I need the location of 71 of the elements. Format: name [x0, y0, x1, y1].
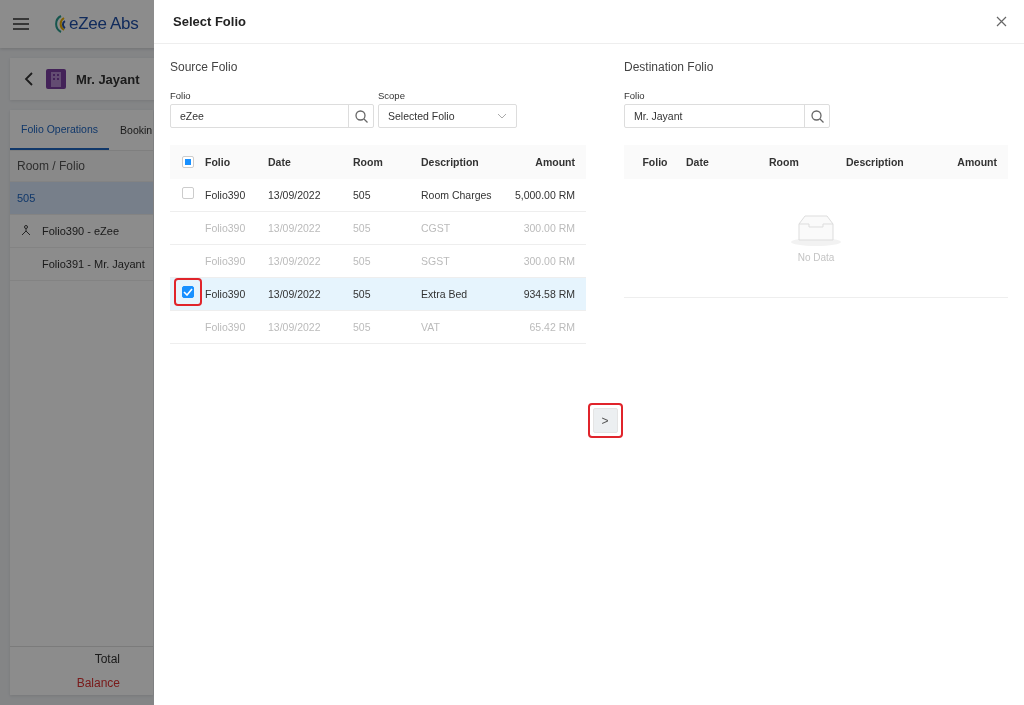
- table-cell-text: 13/09/2022: [268, 320, 321, 335]
- table-cell-text: 13/09/2022: [268, 254, 321, 269]
- empty-text: No Data: [797, 251, 835, 263]
- table-row[interactable]: Folio390 13/09/2022 505 Room Charges 5,000.00 RM: [170, 179, 586, 212]
- column-header: Date: [268, 156, 291, 168]
- folio-search-field[interactable]: Mr. Jayant: [624, 104, 830, 128]
- table-cell-text: 13/09/2022: [268, 188, 321, 203]
- table-cell-text: 505: [353, 221, 371, 236]
- table-cell-text: Folio390: [205, 320, 246, 335]
- field-label: Folio: [170, 90, 192, 101]
- table-cell-text: 5,000.00 RM: [514, 188, 575, 203]
- table-cell-text: 505: [353, 254, 371, 269]
- table-cell-text: 300.00 RM: [523, 221, 575, 236]
- folio-label: Folio391 - Mr. Jayant: [42, 258, 145, 270]
- folio-row[interactable]: 505: [10, 182, 153, 215]
- field-label: Scope: [378, 90, 406, 101]
- table-cell-text: 13/09/2022: [268, 287, 321, 302]
- app-logo-text: eZee Abs: [69, 14, 139, 34]
- column-header: Room: [769, 156, 799, 168]
- table-cell-text: 505: [353, 320, 371, 335]
- table-cell-text: 505: [353, 188, 371, 203]
- select-all-checkbox[interactable]: [181, 156, 194, 168]
- table-cell-text: VAT: [421, 320, 440, 335]
- column-header: Room / Folio: [10, 151, 153, 182]
- guest-name: Mr. Jayant: [76, 71, 140, 87]
- section-heading: Source Folio: [170, 60, 239, 76]
- table-cell-text: Folio390: [205, 221, 246, 236]
- folio-search-field[interactable]: eZee: [170, 104, 374, 128]
- menu-icon[interactable]: [13, 18, 29, 30]
- field-label: Folio: [624, 90, 646, 101]
- column-header: Room: [353, 156, 383, 168]
- table-cell-text: Folio390: [205, 287, 246, 302]
- table-cell-text: 300.00 RM: [523, 254, 575, 269]
- row-checkbox[interactable]: [181, 286, 194, 298]
- close-icon[interactable]: [996, 16, 1007, 27]
- search-icon[interactable]: [354, 109, 368, 123]
- scope-dropdown[interactable]: Selected Folio: [378, 104, 517, 128]
- folio-label: Folio390 - eZee: [42, 225, 120, 237]
- column-header: Folio: [642, 156, 668, 168]
- column-header: Amount: [535, 156, 575, 168]
- back-icon[interactable]: [24, 72, 34, 86]
- table-cell-text: Extra Bed: [421, 287, 468, 302]
- table-cell-text: SGST: [421, 254, 450, 269]
- folio-row[interactable]: Folio390 - eZee: [10, 215, 153, 248]
- folio-label: 505: [17, 192, 36, 204]
- balance-label: Balance: [76, 676, 120, 690]
- search-icon[interactable]: [810, 109, 824, 123]
- column-header: Description: [846, 156, 904, 168]
- row-checkbox[interactable]: [181, 187, 194, 199]
- total-label: Total: [94, 652, 120, 666]
- table-cell-text: 65.42 RM: [529, 320, 575, 335]
- chevron-down-icon: [497, 113, 507, 119]
- column-header: Date: [686, 156, 709, 168]
- table-cell-text: Room Charges: [421, 188, 492, 203]
- table-cell-text: 13/09/2022: [268, 221, 321, 236]
- building-icon: [46, 69, 66, 89]
- folio-row[interactable]: Folio391 - Mr. Jayant: [10, 248, 153, 281]
- table-cell-text: 934.58 RM: [523, 287, 575, 302]
- empty-inbox-icon: [790, 213, 842, 246]
- table-cell-text: CGST: [421, 221, 451, 236]
- table-row[interactable]: Folio390 13/09/2022 505 Extra Bed 934.58 RM: [170, 278, 586, 311]
- section-heading: Destination Folio: [624, 60, 715, 76]
- tree-icon: [20, 225, 32, 237]
- table-cell-text: 505: [353, 287, 371, 302]
- dialog-title: Select Folio: [173, 14, 246, 29]
- column-header: Amount: [957, 156, 997, 168]
- table-cell-text: Folio390: [205, 254, 246, 269]
- column-header: Description: [421, 156, 479, 168]
- column-header: Folio: [205, 156, 231, 168]
- table-cell-text: Folio390: [205, 188, 246, 203]
- move-right-button[interactable]: >: [592, 408, 618, 433]
